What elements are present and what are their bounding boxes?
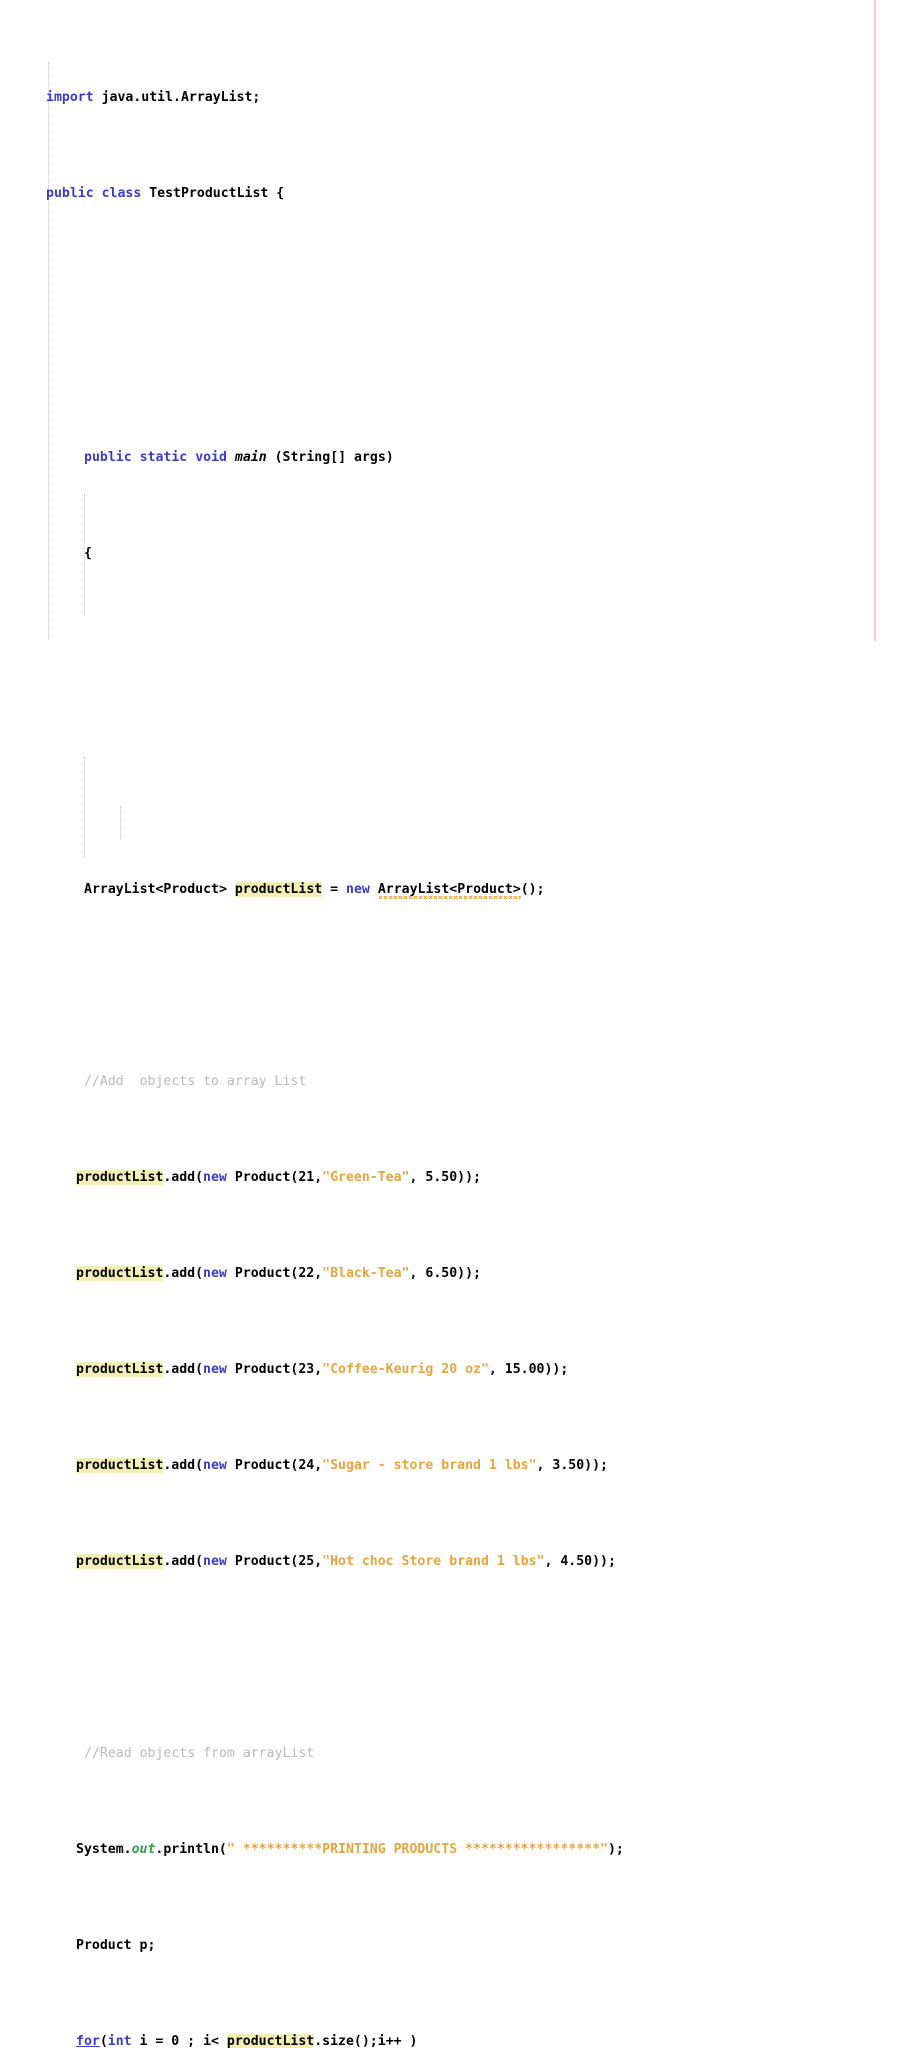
source-code-block[interactable]: import java.util.ArrayList; public class… <box>0 14 918 2048</box>
code-line-12: //Add objects to array List <box>0 1070 918 1094</box>
code-line-13: productList.add(new Product(21,"Green-Te… <box>0 1166 918 1190</box>
code-line-15: productList.add(new Product(23,"Coffee-K… <box>0 1358 918 1382</box>
numeric-args: , 6.50)); <box>409 1266 481 1281</box>
keyword-int: int <box>107 2034 132 2048</box>
method-println: .println( <box>155 1842 227 1857</box>
code-line-7-blank <box>0 638 918 662</box>
field-out: out <box>131 1842 156 1857</box>
paren-open: ( <box>99 2034 108 2048</box>
code-line-17: productList.add(new Product(25,"Hot choc… <box>0 1550 918 1574</box>
string-literal: "Coffee-Keurig 20 oz" <box>322 1362 489 1377</box>
statement-end: ); <box>607 1842 624 1857</box>
code-line-11-blank <box>0 974 918 998</box>
code-line-10: ArrayList<Product> productList = new Arr… <box>0 878 918 902</box>
method-add: .add( <box>163 1266 204 1281</box>
keyword-class: class <box>101 186 142 201</box>
numeric-args: , 5.50)); <box>409 1170 481 1185</box>
code-line-5: public static void main (String[] args) <box>0 446 918 470</box>
loop-increment: .size();i++ ) <box>314 2034 418 2048</box>
code-editor-surface[interactable]: import java.util.ArrayList; public class… <box>0 0 918 2048</box>
method-params: (String[] args) <box>266 450 394 465</box>
constructor-arraylist-product: ArrayList<Product> <box>377 882 521 897</box>
constructor-product: Product(24, <box>226 1458 323 1473</box>
call-parens: (); <box>520 882 545 897</box>
keyword-void: void <box>195 450 227 465</box>
string-literal-printing-products: " **********PRINTING PRODUCTS **********… <box>226 1842 608 1857</box>
system-qualifier: System. <box>76 1842 132 1857</box>
code-line-18-blank <box>0 1646 918 1670</box>
variable-productlist: productList <box>234 882 323 897</box>
method-name-main: main <box>234 450 267 465</box>
variable-productlist: productList <box>76 1554 164 1569</box>
keyword-new: new <box>203 1266 227 1281</box>
comment-read-objects: //Read objects from arrayList <box>84 1746 315 1761</box>
constructor-product: Product(22, <box>226 1266 323 1281</box>
brace-open: { <box>84 546 92 561</box>
method-add: .add( <box>163 1170 204 1185</box>
comment-add-objects: //Add objects to array List <box>84 1074 307 1089</box>
code-line-21: Product p; <box>0 1934 918 1958</box>
loop-condition: i = 0 ; i< <box>131 2034 227 2048</box>
numeric-args: , 4.50)); <box>544 1554 616 1569</box>
keyword-public: public <box>84 450 132 465</box>
import-path: java.util.ArrayList; <box>93 90 261 105</box>
declaration-product-p: Product p; <box>76 1938 156 1953</box>
type-arraylist-product: ArrayList<Product> <box>84 882 235 897</box>
constructor-product: Product(25, <box>226 1554 323 1569</box>
keyword-static: static <box>139 450 188 465</box>
code-line-1: import java.util.ArrayList; <box>0 86 918 110</box>
constructor-product: Product(23, <box>226 1362 323 1377</box>
class-declaration-name: TestProductList { <box>141 186 285 201</box>
method-add: .add( <box>163 1362 204 1377</box>
code-line-14: productList.add(new Product(22,"Black-Te… <box>0 1262 918 1286</box>
code-line-2: public class TestProductList { <box>0 182 918 206</box>
method-add: .add( <box>163 1554 204 1569</box>
code-line-22: for(int i = 0 ; i< productList.size();i+… <box>0 2030 918 2048</box>
variable-productlist: productList <box>76 1458 164 1473</box>
code-line-3-blank <box>0 278 918 302</box>
string-literal: "Green-Tea" <box>322 1170 410 1185</box>
numeric-args: , 15.00)); <box>488 1362 569 1377</box>
code-line-8-blank <box>0 710 918 734</box>
keyword-new: new <box>203 1458 227 1473</box>
keyword-new: new <box>203 1554 227 1569</box>
numeric-args: , 3.50)); <box>536 1458 608 1473</box>
keyword-new: new <box>203 1362 227 1377</box>
string-literal: "Hot choc Store brand 1 lbs" <box>322 1554 545 1569</box>
keyword-new: new <box>346 882 370 897</box>
variable-productlist: productList <box>76 1266 164 1281</box>
variable-productlist: productList <box>226 2034 315 2048</box>
code-line-6: { <box>0 542 918 566</box>
variable-productlist: productList <box>76 1170 164 1185</box>
string-literal: "Sugar - store brand 1 lbs" <box>322 1458 537 1473</box>
keyword-for: for <box>76 2034 100 2048</box>
variable-productlist: productList <box>76 1362 164 1377</box>
keyword-new: new <box>203 1170 227 1185</box>
keyword-import: import <box>46 90 94 105</box>
code-line-20: System.out.println(" **********PRINTING … <box>0 1838 918 1862</box>
string-literal: "Black-Tea" <box>322 1266 410 1281</box>
constructor-product: Product(21, <box>226 1170 323 1185</box>
code-line-4-blank <box>0 350 918 374</box>
code-line-19: //Read objects from arrayList <box>0 1742 918 1766</box>
method-add: .add( <box>163 1458 204 1473</box>
keyword-public: public <box>46 186 94 201</box>
code-line-16: productList.add(new Product(24,"Sugar - … <box>0 1454 918 1478</box>
code-line-9-blank <box>0 782 918 806</box>
assign-operator: = <box>322 882 347 897</box>
